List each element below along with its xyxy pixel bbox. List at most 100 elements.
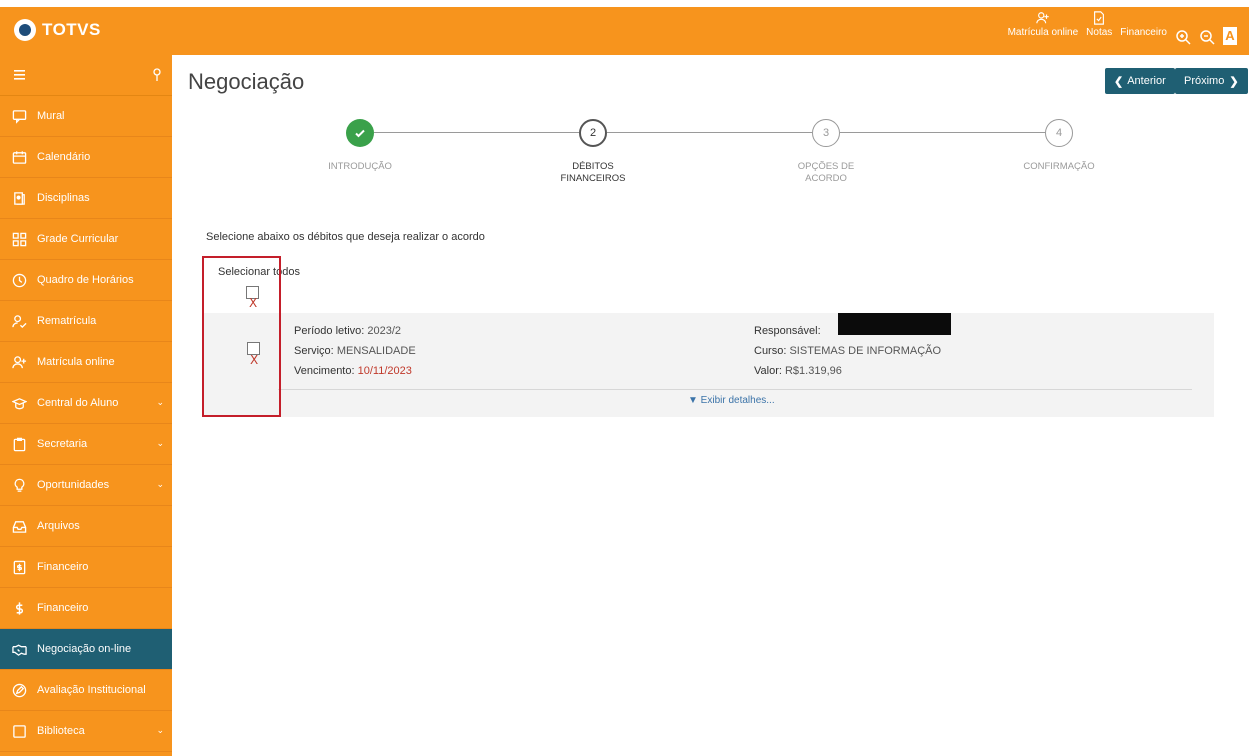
page-title: Negociação xyxy=(188,69,305,94)
step-4-circle: 4 xyxy=(1045,119,1073,147)
lightbulb-icon xyxy=(14,478,25,492)
topbar-notas[interactable]: Notas xyxy=(1086,11,1112,38)
amount-field: Valor: R$1.319,96 xyxy=(754,365,842,377)
step-3-label: OPÇÕES DE ACORDO xyxy=(766,161,886,185)
sidebar-item-label: Financeiro xyxy=(37,561,89,573)
sidebar-item-label: Biblioteca xyxy=(37,725,85,737)
step-label-line: OPÇÕES DE xyxy=(797,161,855,172)
sidebar-item-biblioteca[interactable]: Biblioteca ⌄ xyxy=(0,711,172,752)
show-details-link[interactable]: ▼ Exibir detalhes... xyxy=(688,395,775,406)
step-label-line: INTRODUÇÃO xyxy=(328,161,392,172)
chevron-down-icon: ⌄ xyxy=(156,438,164,448)
sidebar-item-label: Avaliação Institucional xyxy=(37,684,146,696)
inbox-icon xyxy=(12,520,27,533)
period-field: Período letivo: 2023/2 xyxy=(294,325,401,337)
check-icon xyxy=(355,129,365,138)
sidebar-item-central-do-aluno[interactable]: Central do Aluno ⌄ xyxy=(0,383,172,424)
sidebar-item-disciplinas[interactable]: Disciplinas xyxy=(0,178,172,219)
service-field: Serviço: MENSALIDADE xyxy=(294,345,416,357)
document-dollar-icon xyxy=(13,560,26,574)
step-3-circle: 3 xyxy=(812,119,840,147)
sidebar-item-label: Mural xyxy=(37,110,65,122)
step-label-line: FINANCEIROS xyxy=(560,173,626,184)
due-date-label: Vencimento: xyxy=(294,365,355,377)
sidebar-item-label: Secretaria xyxy=(37,438,88,450)
due-date-value: 10/11/2023 xyxy=(357,365,412,377)
main-content: Negociação ❮ Anterior Próximo ❯ 2 3 4 IN… xyxy=(172,55,1249,756)
responsible-field: Responsável: xyxy=(754,325,821,337)
sidebar-item-quadro-de-horarios[interactable]: Quadro de Horários xyxy=(0,260,172,301)
next-button-label: Próximo xyxy=(1184,75,1225,87)
sidebar-item-arquivos[interactable]: Arquivos xyxy=(0,506,172,547)
course-field: Curso: SISTEMAS DE INFORMAÇÃO xyxy=(754,345,941,357)
chevron-left-icon: ❮ xyxy=(1114,75,1124,88)
sidebar-item-label: Disciplinas xyxy=(37,192,90,204)
logo[interactable]: TOTVS xyxy=(14,19,101,41)
top-actions: Matrícula online Notas Financeiro A xyxy=(1008,11,1237,45)
previous-button[interactable]: ❮ Anterior xyxy=(1105,68,1175,94)
sidebar-item-avaliacao-institucional[interactable]: Avaliação Institucional xyxy=(0,670,172,711)
chevron-right-icon: ❯ xyxy=(1229,75,1239,88)
chevron-down-icon: ⌄ xyxy=(156,725,164,735)
previous-button-label: Anterior xyxy=(1127,75,1166,87)
topbar-matricula-online[interactable]: Matrícula online xyxy=(1008,11,1078,38)
logo-icon xyxy=(14,19,36,41)
sidebar-item-grade-curricular[interactable]: Grade Curricular xyxy=(0,219,172,260)
period-value: 2023/2 xyxy=(367,325,402,337)
step-label-line: DÉBITOS xyxy=(572,161,614,172)
step-1-label: INTRODUÇÃO xyxy=(300,161,420,173)
sidebar-header xyxy=(0,55,172,96)
graduation-icon xyxy=(12,397,27,409)
sidebar-item-label: Calendário xyxy=(37,151,91,163)
debits-instruction: Selecione abaixo os débitos que deseja r… xyxy=(206,231,485,243)
book-square-icon xyxy=(13,724,26,738)
course-label: Curso: xyxy=(754,345,787,357)
sidebar-item-oportunidades[interactable]: Oportunidades ⌄ xyxy=(0,465,172,506)
service-label: Serviço: xyxy=(294,345,334,357)
sidebar-item-label: Arquivos xyxy=(37,520,80,532)
grid-icon xyxy=(12,232,27,246)
top-white-strip xyxy=(0,0,1249,7)
amount-label: Valor: xyxy=(754,365,782,377)
amount-value: R$1.319,96 xyxy=(784,365,842,377)
card-divider xyxy=(278,389,1192,390)
step-connector xyxy=(607,132,812,133)
period-label: Período letivo: xyxy=(294,325,365,337)
topbar-financeiro-label: Financeiro xyxy=(1120,27,1167,38)
sidebar-item-secretaria[interactable]: Secretaria ⌄ xyxy=(0,424,172,465)
sidebar-item-label: Negociação on-line xyxy=(37,643,132,655)
book-icon xyxy=(14,191,25,205)
sidebar-item-rematricula[interactable]: Rematrícula xyxy=(0,301,172,342)
topbar-notas-label: Notas xyxy=(1086,27,1113,38)
top-bar: TOTVS Matrícula online Notas Financeiro … xyxy=(0,7,1249,55)
pin-icon[interactable] xyxy=(152,68,162,82)
clipboard-icon xyxy=(13,437,26,451)
topbar-financeiro[interactable]: Financeiro xyxy=(1120,11,1167,38)
step-1-circle xyxy=(346,119,374,147)
menu-icon[interactable] xyxy=(14,69,28,81)
redacted-block xyxy=(838,313,951,335)
sidebar-item-matricula-online[interactable]: Matrícula online xyxy=(0,342,172,383)
next-button[interactable]: Próximo ❯ xyxy=(1175,68,1248,94)
handshake-icon xyxy=(12,644,27,656)
step-2-circle: 2 xyxy=(579,119,607,147)
sidebar-item-financeiro-1[interactable]: Financeiro xyxy=(0,547,172,588)
debit-item-card: X Período letivo: 2023/2 Serviço: MENSAL… xyxy=(202,313,1214,417)
logo-text: TOTVS xyxy=(42,20,101,39)
chevron-down-icon: ⌄ xyxy=(156,479,164,489)
chat-icon xyxy=(12,109,27,124)
step-2-label: DÉBITOS FINANCEIROS xyxy=(533,161,653,185)
calendar-icon xyxy=(12,150,27,164)
zoom-in-icon[interactable] xyxy=(1175,29,1191,45)
due-date-field: Vencimento: 10/11/2023 xyxy=(294,365,412,377)
sidebar-item-label: Matrícula online xyxy=(37,356,115,368)
sidebar-item-financeiro-2[interactable]: Financeiro xyxy=(0,588,172,629)
zoom-out-icon[interactable] xyxy=(1199,29,1215,45)
sidebar-item-label: Rematrícula xyxy=(37,315,97,327)
sidebar-item-mural[interactable]: Mural xyxy=(0,96,172,137)
sidebar-item-calendario[interactable]: Calendário xyxy=(0,137,172,178)
user-plus-icon xyxy=(1036,12,1049,24)
sidebar-item-negociacao-online[interactable]: Negociação on-line xyxy=(0,629,172,670)
accessibility-button[interactable]: A xyxy=(1223,27,1237,45)
document-check-icon xyxy=(1094,11,1105,25)
